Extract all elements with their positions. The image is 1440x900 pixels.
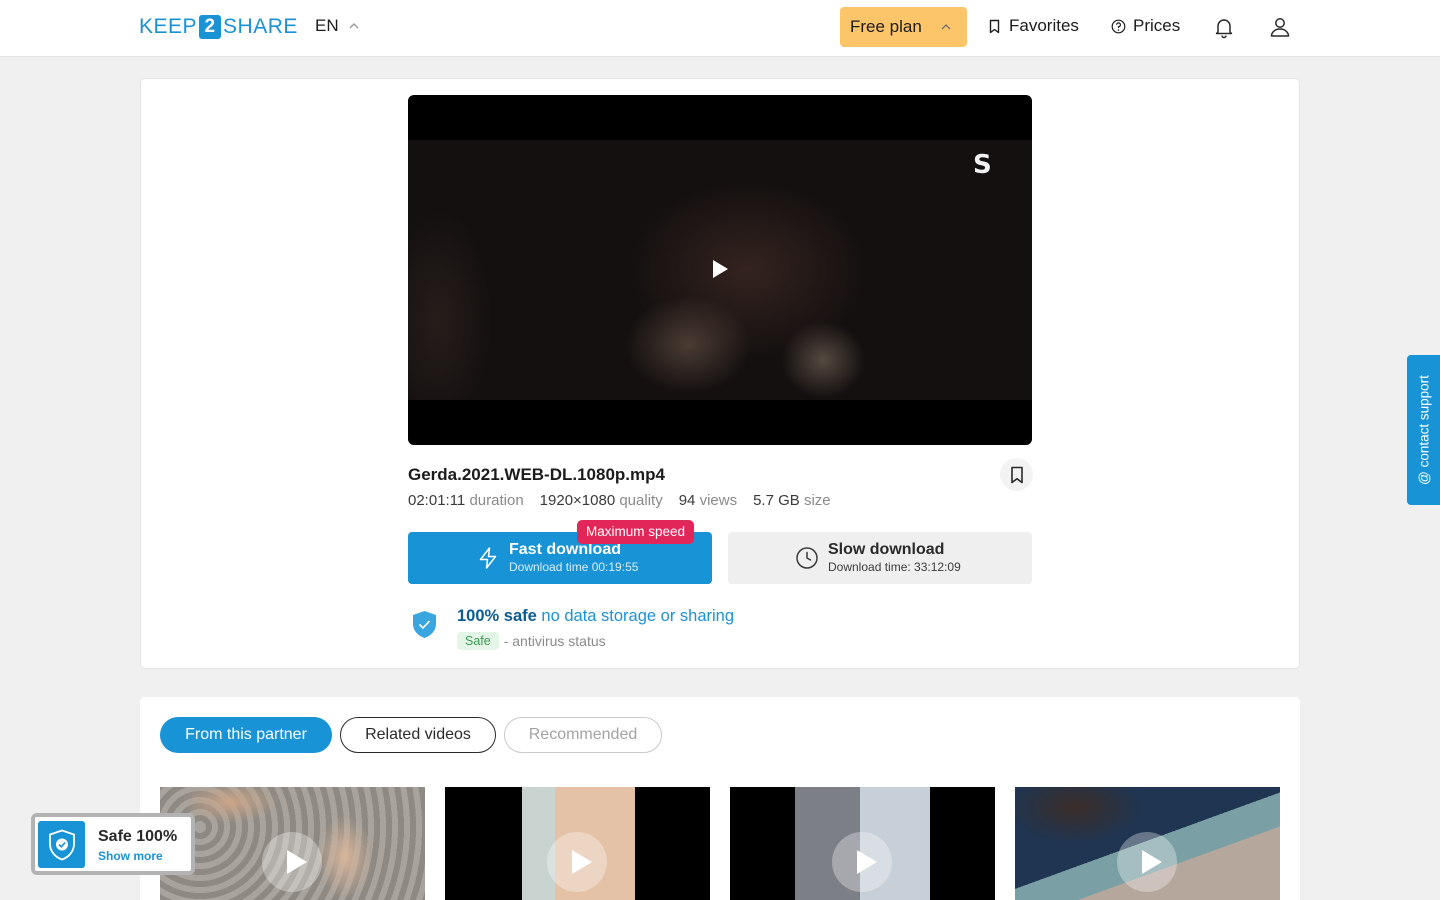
tab-recommended[interactable]: Recommended: [504, 717, 662, 753]
play-icon[interactable]: [713, 260, 728, 278]
favorites-link[interactable]: Favorites: [987, 16, 1079, 36]
logo-text-share: SHARE: [223, 15, 298, 38]
language-selector[interactable]: EN: [315, 16, 359, 36]
file-name: Gerda.2021.WEB-DL.1080p.mp4: [408, 465, 665, 484]
play-icon[interactable]: [832, 832, 892, 892]
quality-value: 1920×1080: [539, 492, 616, 509]
add-to-favorites-button[interactable]: [1000, 458, 1033, 491]
meta-duration: 02:01:11 duration: [408, 492, 524, 509]
logo-text-keep: KEEP: [139, 15, 198, 38]
file-meta: 02:01:11 duration 1920×1080 quality 94 v…: [408, 492, 831, 509]
tab-related-videos[interactable]: Related videos: [340, 717, 496, 753]
show-more-link[interactable]: Show more: [98, 849, 163, 863]
quality-label: quality: [619, 492, 663, 509]
contact-support-tab[interactable]: @ contact support: [1407, 355, 1440, 505]
size-label: size: [803, 492, 831, 509]
question-circle-icon: [1111, 19, 1126, 33]
video-watermark: S: [973, 150, 992, 180]
shield-check-icon: [48, 829, 75, 860]
language-label: EN: [315, 16, 339, 35]
contact-support-label: @ contact support: [1416, 375, 1431, 485]
fast-download-time: Download time 00:19:55: [509, 560, 639, 574]
antivirus-label: - antivirus status: [503, 633, 606, 649]
related-section: From this partner Related videos Recomme…: [140, 697, 1300, 900]
antivirus-status: Safe - antivirus status: [457, 632, 606, 650]
maximum-speed-badge: Maximum speed: [577, 520, 695, 544]
bookmark-icon: [989, 19, 1000, 33]
user-icon[interactable]: [1268, 15, 1292, 39]
duration-label: duration: [469, 492, 524, 509]
prices-link[interactable]: Prices: [1111, 16, 1180, 36]
video-thumbnail[interactable]: [160, 787, 425, 900]
slow-download-button[interactable]: Slow download Download time: 33:12:09: [728, 532, 1032, 584]
chevron-up-icon: [941, 24, 951, 30]
video-thumbnail[interactable]: [1015, 787, 1280, 900]
fast-download-text: Fast download Download time 00:19:55: [509, 541, 638, 575]
lightning-icon: [479, 547, 497, 569]
plan-label: Free plan: [850, 17, 922, 36]
meta-size: 5.7 GB size: [753, 492, 831, 509]
safe-widget[interactable]: Safe 100% Show more: [31, 813, 195, 875]
bookmark-icon: [1010, 466, 1023, 483]
meta-quality: 1920×1080 quality: [540, 492, 663, 509]
keep2share-logo[interactable]: KEEP 2 SHARE: [139, 14, 298, 40]
slow-download-text: Slow download Download time: 33:12:09: [828, 541, 961, 575]
size-value: 5.7 GB: [753, 492, 800, 509]
shield-check-icon: [413, 611, 436, 638]
tab-from-this-partner[interactable]: From this partner: [160, 717, 332, 753]
file-card: S Gerda.2021.WEB-DL.1080p.mp4 02:01:11 d…: [140, 78, 1300, 669]
play-icon[interactable]: [262, 832, 322, 892]
views-label: views: [699, 492, 738, 509]
top-header: KEEP 2 SHARE EN Free plan Favorites Pric…: [0, 0, 1440, 57]
duration-value: 02:01:11: [408, 492, 466, 509]
meta-views: 94 views: [679, 492, 737, 509]
play-icon[interactable]: [1117, 832, 1177, 892]
free-plan-button[interactable]: Free plan: [840, 7, 967, 47]
logo-text-two: 2: [199, 15, 222, 39]
slow-download-time: Download time: 33:12:09: [828, 560, 961, 574]
bell-icon[interactable]: [1212, 15, 1236, 39]
safety-strong: 100% safe: [457, 607, 537, 625]
prices-label: Prices: [1133, 16, 1181, 35]
chevron-up-icon: [349, 23, 359, 29]
slow-download-title: Slow download: [828, 541, 945, 558]
status-badge: Safe: [457, 632, 499, 650]
views-value: 94: [678, 492, 696, 509]
shield-badge: [38, 821, 85, 868]
clock-icon: [796, 547, 818, 569]
play-icon[interactable]: [547, 832, 607, 892]
video-thumbnail[interactable]: [730, 787, 995, 900]
video-player[interactable]: S: [408, 95, 1032, 445]
safe-widget-title: Safe 100%: [98, 828, 178, 845]
safety-statement: 100% safe no data storage or sharing: [457, 607, 734, 626]
favorites-label: Favorites: [1009, 16, 1079, 35]
video-thumbnail[interactable]: [445, 787, 710, 900]
safety-light: no data storage or sharing: [541, 607, 735, 625]
